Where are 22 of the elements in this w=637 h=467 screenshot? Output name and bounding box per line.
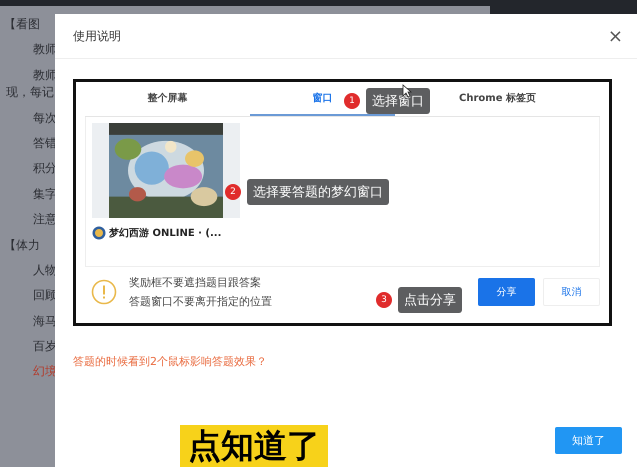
close-button[interactable]: ×	[606, 26, 625, 46]
cancel-button[interactable]: 取消	[543, 278, 600, 306]
page-text: 【看图	[3, 16, 40, 33]
warning-icon	[91, 279, 117, 305]
subtitle-caption: 点知道了	[180, 425, 328, 467]
callout-tooltip: 点击分享	[398, 287, 462, 313]
page-text: 【体力	[3, 236, 40, 254]
help-link[interactable]: 答题的时候看到2个鼠标影响答题效果？	[73, 354, 267, 369]
step-badge: 1	[344, 93, 360, 109]
warning-text: 奖励框不要遮挡题目跟答案	[129, 275, 261, 290]
warning-text: 答题窗口不要离开指定的位置	[129, 294, 272, 309]
step-badge: 3	[376, 292, 392, 308]
page-text: 现，每记	[5, 84, 54, 102]
window-caption: 梦幻西游 ONLINE · (...	[109, 226, 222, 240]
window-thumbnail[interactable]	[92, 123, 240, 218]
share-button[interactable]: 分享	[478, 278, 535, 306]
callout-tooltip: 选择要答题的梦幻窗口	[247, 179, 389, 205]
confirm-button[interactable]: 知道了	[555, 427, 622, 454]
app-icon	[92, 226, 106, 240]
tab[interactable]: 整个屏幕	[85, 82, 250, 116]
dialog-title: 使用说明	[73, 28, 121, 44]
page-text: 积分	[32, 160, 57, 178]
